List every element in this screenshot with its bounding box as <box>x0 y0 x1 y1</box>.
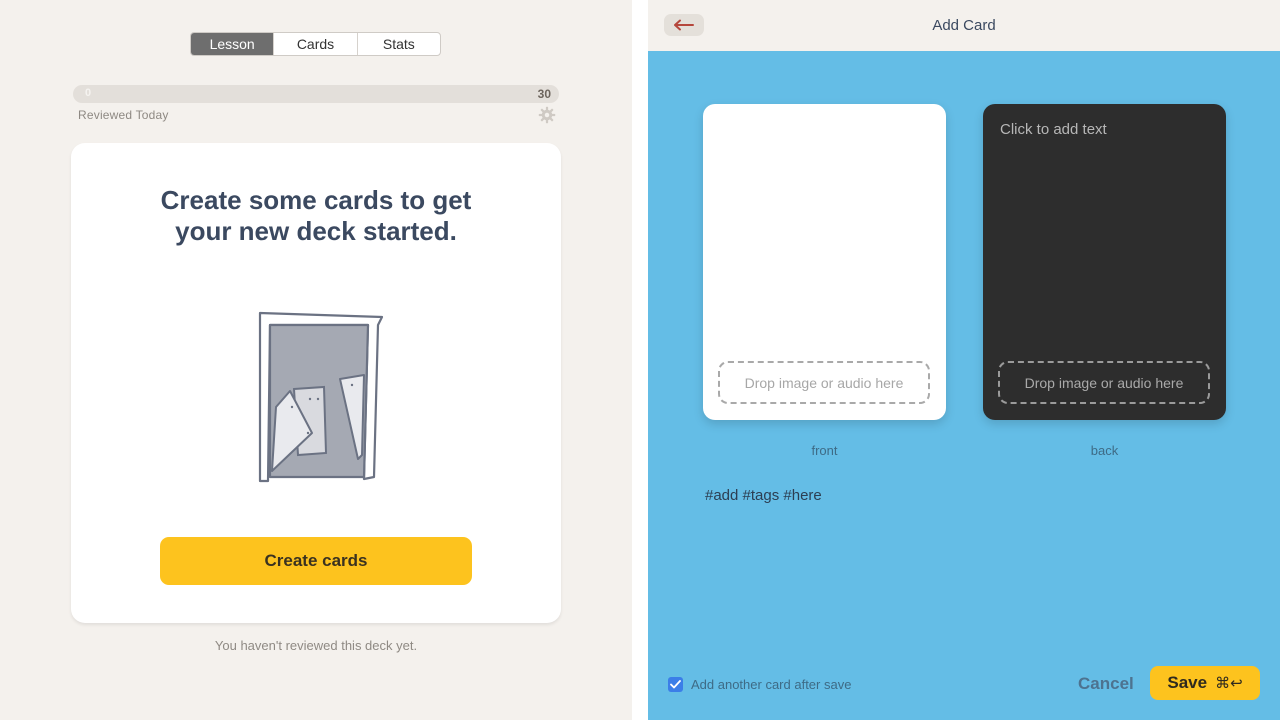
deck-lesson-panel: Lesson Cards Stats 0 30 Reviewed Today C… <box>0 0 632 720</box>
progress-max-value: 30 <box>537 87 551 101</box>
progress-min-value: 0 <box>85 87 92 99</box>
tags-input[interactable]: #add #tags #here <box>705 487 822 504</box>
save-button[interactable]: Save ⌘↩ <box>1150 666 1260 700</box>
empty-deck-card: Create some cards to get your new deck s… <box>71 143 561 623</box>
card-front-editor[interactable]: Drop image or audio here <box>703 104 946 420</box>
create-cards-button[interactable]: Create cards <box>160 537 472 585</box>
add-card-header: Add Card <box>648 0 1280 51</box>
tab-lesson[interactable]: Lesson <box>191 33 274 55</box>
page-title: Add Card <box>932 17 996 34</box>
cancel-button[interactable]: Cancel <box>1078 674 1134 694</box>
not-reviewed-note: You haven't reviewed this deck yet. <box>214 638 418 653</box>
save-shortcut-hint: ⌘↩ <box>1215 674 1243 692</box>
back-drop-zone[interactable]: Drop image or audio here <box>998 361 1210 404</box>
front-caption: front <box>811 443 838 458</box>
reviewed-today-label: Reviewed Today <box>78 108 169 122</box>
reviewed-progress-bar: 0 30 <box>73 85 559 103</box>
add-another-label: Add another card after save <box>691 677 852 692</box>
checkmark-icon <box>670 680 681 689</box>
tab-cards[interactable]: Cards <box>273 33 356 55</box>
view-tabs: Lesson Cards Stats <box>190 32 441 56</box>
back-text-placeholder[interactable]: Click to add text <box>1000 121 1107 138</box>
pane-divider <box>632 0 648 720</box>
add-another-toggle[interactable]: Add another card after save <box>668 677 851 692</box>
add-another-checkbox[interactable] <box>668 677 683 692</box>
gear-icon[interactable] <box>538 106 556 124</box>
empty-deck-illustration <box>258 311 384 483</box>
empty-deck-title-line2: your new deck started. <box>175 216 457 246</box>
card-back-editor[interactable]: Click to add text Drop image or audio he… <box>983 104 1226 420</box>
empty-deck-title-line1: Create some cards to get <box>160 185 472 215</box>
empty-deck-title: Create some cards to get your new deck s… <box>71 185 561 247</box>
front-drop-zone[interactable]: Drop image or audio here <box>718 361 930 404</box>
save-button-label: Save <box>1167 673 1208 692</box>
back-caption: back <box>1090 443 1119 458</box>
tab-stats[interactable]: Stats <box>356 33 440 55</box>
add-card-panel: Add Card Drop image or audio here front … <box>648 0 1280 720</box>
